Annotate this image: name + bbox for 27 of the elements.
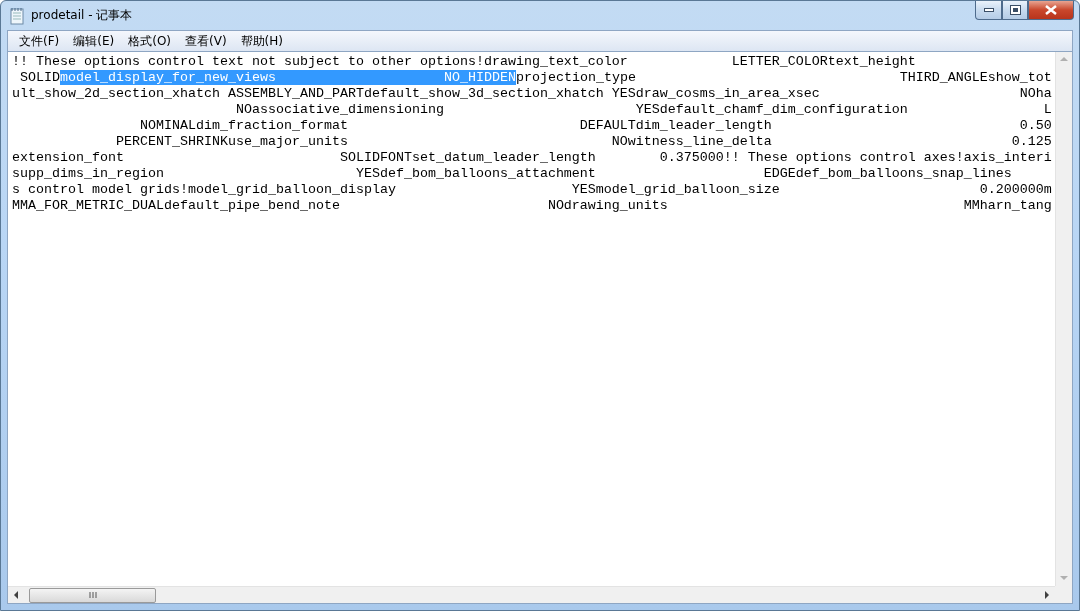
text-line: PERCENT_SHRINKuse_major_units NOwitness_line_delta 0.125 [114, 134, 1052, 149]
menu-item[interactable]: 格式(O) [121, 31, 179, 51]
text-line: s control model grids!model_grid_balloon_display YESmodel_grid_balloon_size 0.200000m [12, 182, 1052, 197]
horizontal-scrollbar[interactable] [8, 586, 1055, 603]
menu-item[interactable]: 查看(V) [178, 31, 234, 51]
selected-text: model_display_for_new_views NO_HIDDEN [60, 70, 516, 85]
text-line: NOassociative_dimensioning YESdefault_chamf_dim_configuration L [234, 102, 1052, 117]
menu-item[interactable]: 文件(F) [12, 31, 67, 51]
text-line: !! These options control text not subject to other options!drawing_text_color LETTER_COLORtext_height [12, 54, 916, 69]
notepad-icon [9, 6, 25, 25]
text-line: extension_font SOLIDFONTset_datum_leader_length 0.375000!! These options control axes!axis_interi [12, 150, 1052, 165]
menu-item[interactable]: 帮助(H) [233, 31, 290, 51]
minimize-button[interactable] [975, 1, 1002, 20]
maximize-icon [1009, 5, 1021, 15]
text-line: ult_show_2d_section_xhatch ASSEMBLY_AND_PARTdefault_show_3d_section_xhatch YESdraw_cosms_in_area_xsec NOha [12, 86, 1052, 101]
window-title: prodetail - 记事本 [31, 7, 133, 24]
close-icon [1045, 5, 1057, 15]
text-line: NOMINALdim_fraction_format DEFAULTdim_leader_length 0.50 [138, 118, 1052, 133]
maximize-button[interactable] [1002, 1, 1028, 20]
text-line: projection_type THIRD_ANGLEshow_tot [515, 70, 1052, 85]
close-button[interactable] [1028, 1, 1074, 20]
text-line: supp_dims_in_region YESdef_bom_balloons_attachment EDGEdef_bom_balloons_snap_lines [12, 166, 1012, 181]
scroll-thumb[interactable] [29, 587, 156, 603]
text-line: SOLID [19, 70, 60, 85]
text-line: MMA_FOR_METRIC_DUALdefault_pipe_bend_note NOdrawing_units MMharn_tang [12, 198, 1052, 213]
menu-item[interactable]: 编辑(E) [66, 31, 122, 51]
minimize-icon [983, 7, 994, 13]
